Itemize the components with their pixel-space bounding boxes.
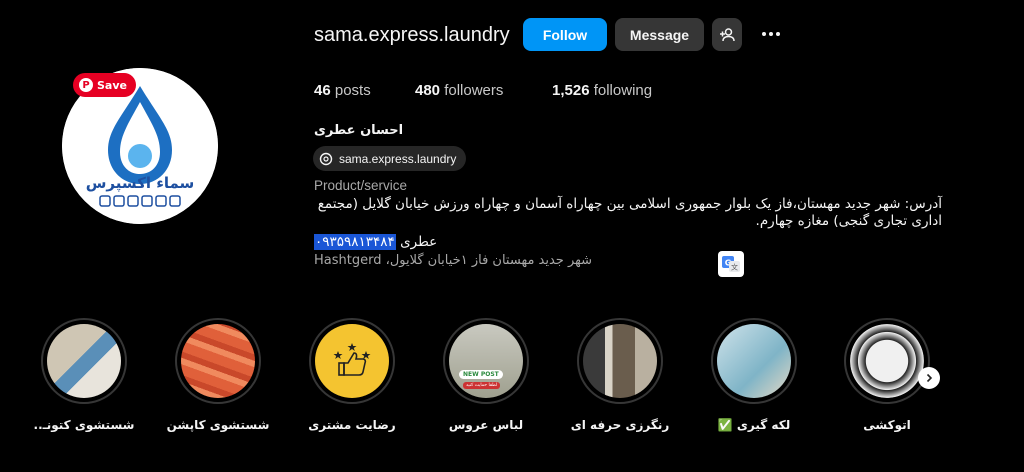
posts-label: posts <box>334 82 371 99</box>
follow-button[interactable]: Follow <box>523 18 607 51</box>
profile-username: sama.express.laundry <box>314 24 510 46</box>
threads-handle: sama.express.laundry <box>339 151 457 166</box>
highlight-label: لکه گیری ✅ <box>717 418 791 432</box>
highlight-cover-ironing <box>850 324 924 398</box>
bio-phone-line: عطری ۰۹۳۵۹۸۱۳۴۸۴ <box>314 234 437 250</box>
following-label: following <box>593 82 653 99</box>
highlight-cover-dyeing <box>583 324 657 398</box>
profile-full-name: احسان عطری <box>314 123 404 138</box>
new-post-sub: لطفا حمایت کنید <box>463 382 501 389</box>
add-user-icon <box>720 27 735 41</box>
logo-text-bottom: سماء اکسپرس <box>86 174 195 193</box>
bio-phone-prefix: عطری <box>400 234 438 250</box>
highlight-label: لباس عروس <box>448 418 524 432</box>
highlight-cover-jacket <box>181 324 255 398</box>
profile-avatar[interactable]: سماء اکسپرس P Save <box>62 68 218 224</box>
highlight-cover-satisfaction <box>315 324 389 398</box>
translate-icon[interactable]: G 文 <box>718 251 744 277</box>
highlight-item[interactable]: رنگرزی حرفه ای <box>565 318 675 432</box>
new-post-badge: NEW POST <box>459 370 503 379</box>
following-count: 1,526 <box>552 82 590 99</box>
highlight-item[interactable]: شستشوی کاپشن <box>163 318 273 432</box>
bio-text: آدرس: شهر جدید مهستان،فاز یک بلوار جمهور… <box>312 196 942 230</box>
pinterest-icon: P <box>79 78 93 92</box>
bio-address-link[interactable]: شهر جدید مهستان فاز ۱خیابان گلایول، Hash… <box>314 253 592 268</box>
profile-category: Product/service <box>314 178 408 193</box>
highlight-label: شستشوی کتونـ.. <box>33 418 135 432</box>
highlight-cover-sneakers <box>47 324 121 398</box>
thumbs-up-stars-icon <box>333 343 371 376</box>
address-location: شهر جدید مهستان فاز ۱خیابان گلایول <box>389 253 593 268</box>
highlight-item[interactable]: NEW POST لطفا حمایت کنید لباس عروس <box>431 318 541 432</box>
threads-icon <box>319 152 333 165</box>
threads-link[interactable]: sama.express.laundry <box>313 146 467 171</box>
story-highlights: اتوکشی لکه گیری ✅ رنگرزی حرفه ای NEW POS… <box>0 318 1024 448</box>
bio-phone-number[interactable]: ۰۹۳۵۹۸۱۳۴۸۴ <box>314 234 396 250</box>
save-label: Save <box>97 78 127 92</box>
suggest-user-button[interactable] <box>712 18 742 51</box>
highlight-label: اتوکشی <box>863 418 911 432</box>
highlight-label: شستشوی کاپشن <box>166 418 270 432</box>
svg-text:文: 文 <box>731 263 738 272</box>
chevron-right-icon <box>926 373 933 383</box>
highlight-label: رضایت مشتری <box>308 418 396 432</box>
more-options-button[interactable] <box>759 24 783 44</box>
highlight-cover-wedding: NEW POST لطفا حمایت کنید <box>449 324 523 398</box>
bio-line-1: آدرس: شهر جدید مهستان،فاز یک بلوار جمهور… <box>317 196 942 212</box>
followers-count: 480 <box>415 82 441 99</box>
highlights-next-button[interactable] <box>918 367 940 389</box>
more-icon <box>762 32 780 36</box>
highlight-cover-stain <box>717 324 791 398</box>
followers-stat[interactable]: 480 followers <box>415 82 503 99</box>
pinterest-save-button[interactable]: P Save <box>73 73 136 97</box>
followers-label: followers <box>444 82 504 99</box>
highlight-item[interactable]: لکه گیری ✅ <box>699 318 809 432</box>
posts-stat: 46 posts <box>314 82 371 99</box>
highlight-label: رنگرزی حرفه ای <box>570 418 670 432</box>
address-city: Hashtgerd <box>314 253 382 268</box>
highlight-item[interactable]: شستشوی کتونـ.. <box>29 318 139 432</box>
following-stat[interactable]: 1,526 following <box>552 82 652 99</box>
highlight-item[interactable]: رضایت مشتری <box>297 318 407 432</box>
bio-line-2: اداری تجاری گنجی) مغازه چهارم. <box>755 213 942 229</box>
message-button[interactable]: Message <box>615 18 704 51</box>
posts-count: 46 <box>314 82 331 99</box>
